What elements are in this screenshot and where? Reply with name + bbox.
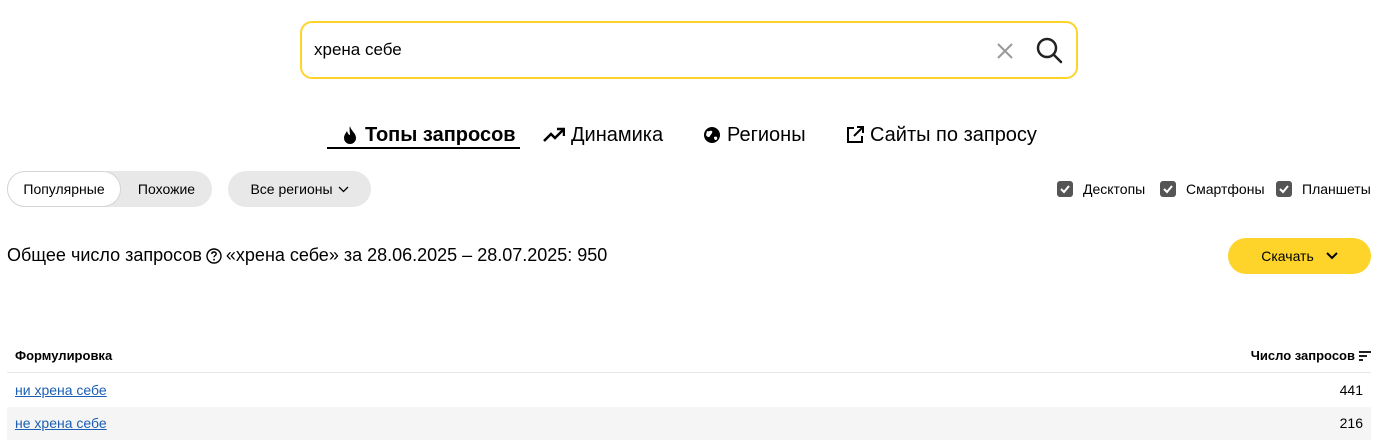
trend-icon	[543, 127, 565, 142]
tab-label: Топы запросов	[365, 123, 516, 146]
help-icon[interactable]	[206, 247, 222, 264]
globe-icon	[704, 127, 720, 143]
tab-regions[interactable]: Регионы	[703, 120, 806, 150]
query-count: 441	[1339, 382, 1363, 398]
popular-button[interactable]: Популярные	[7, 171, 121, 207]
phrase-link[interactable]: ни хрена себе	[15, 382, 107, 398]
mode-switch: Популярные Похожие	[7, 171, 212, 207]
total-queries: Общее число запросов «хрена себе» за 28.…	[7, 245, 607, 266]
fire-icon	[344, 126, 356, 144]
tab-label: Регионы	[727, 123, 806, 146]
download-label: Скачать	[1261, 248, 1314, 264]
search-icon[interactable]	[1035, 36, 1063, 64]
column-count-label: Число запросов	[1250, 348, 1355, 363]
column-count-sort[interactable]: Число запросов	[1251, 348, 1371, 363]
search-box[interactable]	[300, 21, 1078, 79]
table-row: ни хрена себе 441	[7, 374, 1371, 407]
column-phrase: Формулировка	[15, 348, 113, 363]
checkbox-checked-icon	[1276, 181, 1292, 197]
chevron-down-icon	[1326, 252, 1338, 260]
tab-label: Динамика	[571, 123, 664, 146]
phrase-link[interactable]: не хрена себе	[15, 415, 107, 431]
checkbox-label: Десктопы	[1083, 181, 1146, 197]
region-select[interactable]: Все регионы	[228, 171, 371, 207]
external-link-icon	[847, 126, 864, 143]
search-input[interactable]	[314, 37, 974, 63]
table-row: не хрена себе 216	[7, 407, 1371, 440]
active-tab-underline	[327, 147, 520, 149]
checkbox-label: Планшеты	[1302, 181, 1371, 197]
checkbox-tablet[interactable]: Планшеты	[1276, 179, 1371, 199]
checkbox-smartphone[interactable]: Смартфоны	[1160, 179, 1265, 199]
checkbox-label: Смартфоны	[1186, 181, 1265, 197]
similar-button[interactable]: Похожие	[121, 171, 212, 207]
query-count: 216	[1339, 415, 1363, 431]
tab-label: Сайты по запросу	[870, 123, 1037, 146]
chevron-down-icon	[338, 186, 349, 192]
region-select-label: Все регионы	[250, 181, 333, 197]
download-button[interactable]: Скачать	[1228, 238, 1371, 274]
checkbox-checked-icon	[1160, 181, 1176, 197]
tab-top-queries[interactable]: Топы запросов	[341, 120, 516, 150]
close-icon[interactable]	[995, 41, 1015, 61]
total-label: Общее число запросов	[7, 245, 202, 265]
tab-dynamics[interactable]: Динамика	[543, 120, 663, 150]
table-header: Формулировка Число запросов	[7, 340, 1371, 373]
tab-bar: Топы запросов Динамика Регионы Сайты по …	[0, 120, 1376, 152]
total-value: «хрена себе» за 28.06.2025 – 28.07.2025:…	[225, 245, 608, 265]
tab-sites[interactable]: Сайты по запросу	[846, 120, 1037, 150]
sort-icon	[1359, 350, 1371, 361]
checkbox-desktop[interactable]: Десктопы	[1057, 179, 1145, 199]
checkbox-checked-icon	[1057, 181, 1073, 197]
